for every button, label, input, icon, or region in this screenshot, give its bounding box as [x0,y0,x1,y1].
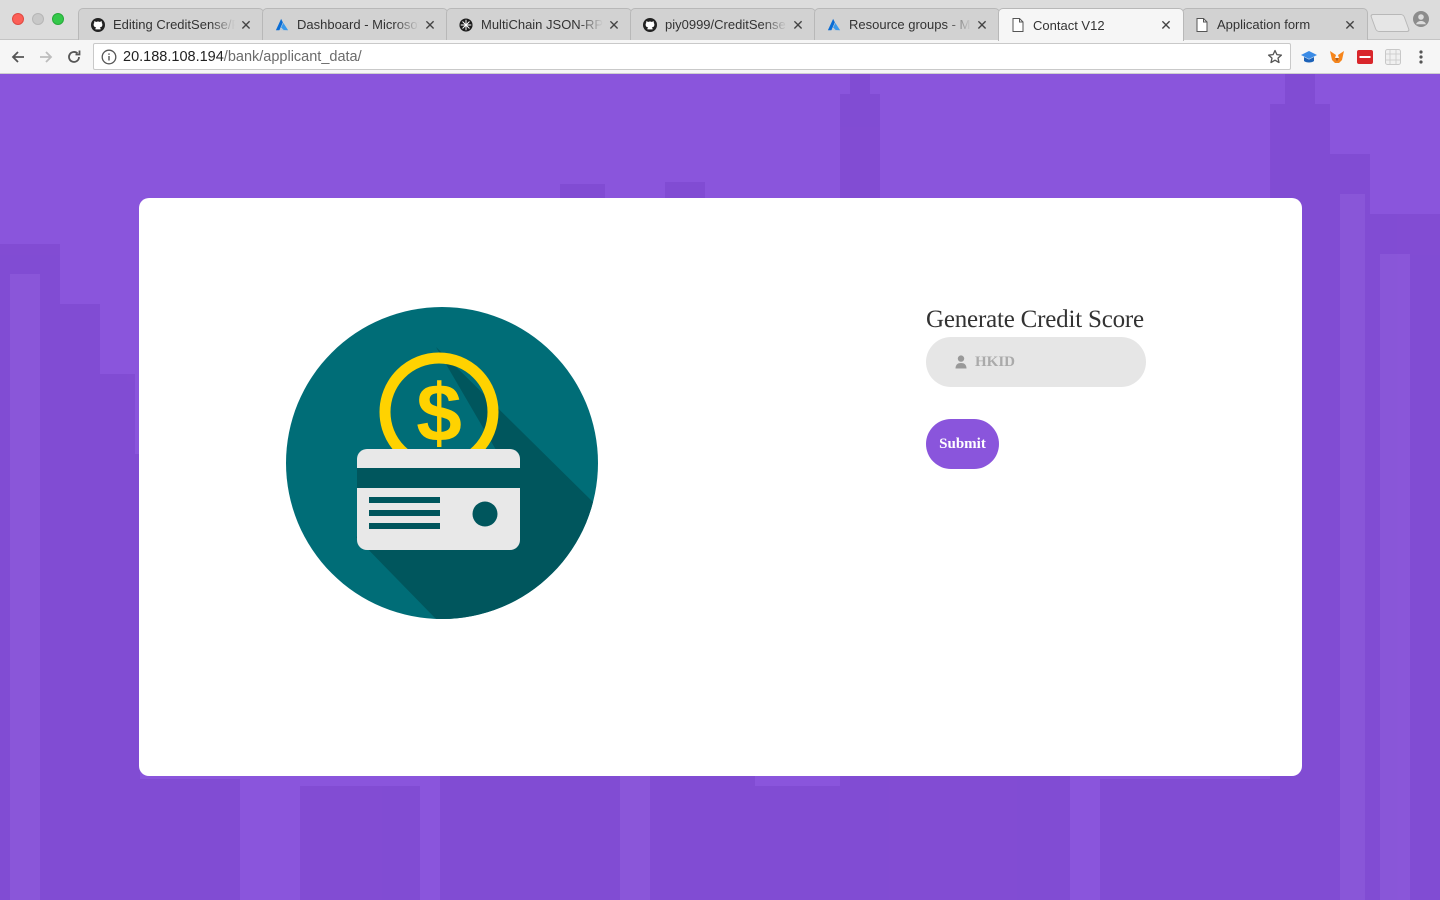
window-minimize-button[interactable] [32,13,44,25]
forward-arrow-icon[interactable] [36,47,56,67]
form-title: Generate Credit Score [926,306,1144,333]
new-tab-button[interactable] [1369,14,1411,32]
tab-close-icon[interactable]: ✕ [975,18,989,32]
reload-icon[interactable] [64,47,84,67]
profile-icon[interactable] [1413,11,1429,27]
url-path: /bank/applicant_data/ [223,48,362,65]
tab-close-icon[interactable]: ✕ [607,18,621,32]
page-icon [1195,17,1209,32]
metamask-fox-icon[interactable] [1328,48,1346,66]
multichain-icon [459,17,473,32]
address-bar[interactable]: 20.188.108.194/bank/applicant_data/ [93,43,1291,70]
browser-tab[interactable]: Editing CreditSense/README ✕ [78,8,264,40]
tab-title: Resource groups - Microsoft Azure [849,17,971,32]
credit-card-dollar-illustration: $ [286,307,598,619]
browser-tab[interactable]: piy0999/CreditSense: A ✕ [630,8,816,40]
cors-extension-icon[interactable] [1356,48,1374,66]
tab-title: Application form [1217,17,1311,32]
svg-text:$: $ [416,368,462,459]
tab-title: Contact V12 [1033,17,1105,33]
tab-close-icon[interactable]: ✕ [1159,18,1173,32]
tab-close-icon[interactable]: ✕ [791,18,805,32]
page-background: $ Generate Credit Score Submit [0,74,1440,900]
tab-close-icon[interactable]: ✕ [423,18,437,32]
browser-tab[interactable]: Resource groups - Microsoft Azure ✕ [814,8,1000,40]
github-icon [643,17,657,32]
back-arrow-icon[interactable] [8,47,28,67]
credit-score-form: Generate Credit Score Submit [926,306,1186,469]
tab-title: Dashboard - Microsoft Azure [297,17,419,32]
tab-title: Editing CreditSense/README [113,17,235,32]
info-icon[interactable] [101,49,117,65]
browser-tab[interactable]: Application form ✕ [1182,8,1368,40]
azure-icon [275,18,289,32]
browser-tab-bar: Editing CreditSense/README ✕ Dashboard -… [0,0,1440,41]
submit-button[interactable]: Submit [926,419,999,469]
more-menu-icon[interactable] [1412,48,1430,66]
hkid-field [926,337,1146,387]
browser-toolbar: 20.188.108.194/bank/applicant_data/ [0,40,1440,74]
tab-title: piy0999/CreditSense: A [665,17,787,32]
grid-extension-icon[interactable] [1384,48,1402,66]
tab-close-icon[interactable]: ✕ [1343,18,1357,32]
url-host: 20.188.108.194 [123,48,224,65]
graduation-cap-extension-icon[interactable] [1300,48,1318,66]
browser-tab[interactable]: Dashboard - Microsoft Azure ✕ [262,8,448,40]
bookmark-star-icon[interactable] [1267,49,1283,65]
browser-tab[interactable]: MultiChain JSON-RPC API ✕ [446,8,632,40]
window-close-button[interactable] [12,13,24,25]
browser-tab-active[interactable]: Contact V12 ✕ [998,8,1184,41]
credit-score-card: $ Generate Credit Score Submit [139,198,1302,776]
tab-title: MultiChain JSON-RPC API [481,17,603,32]
window-zoom-button[interactable] [52,13,64,25]
tab-close-icon[interactable]: ✕ [239,18,253,32]
github-icon [91,17,105,32]
user-icon [955,355,967,369]
page-icon [1011,18,1025,32]
azure-icon [827,18,841,32]
